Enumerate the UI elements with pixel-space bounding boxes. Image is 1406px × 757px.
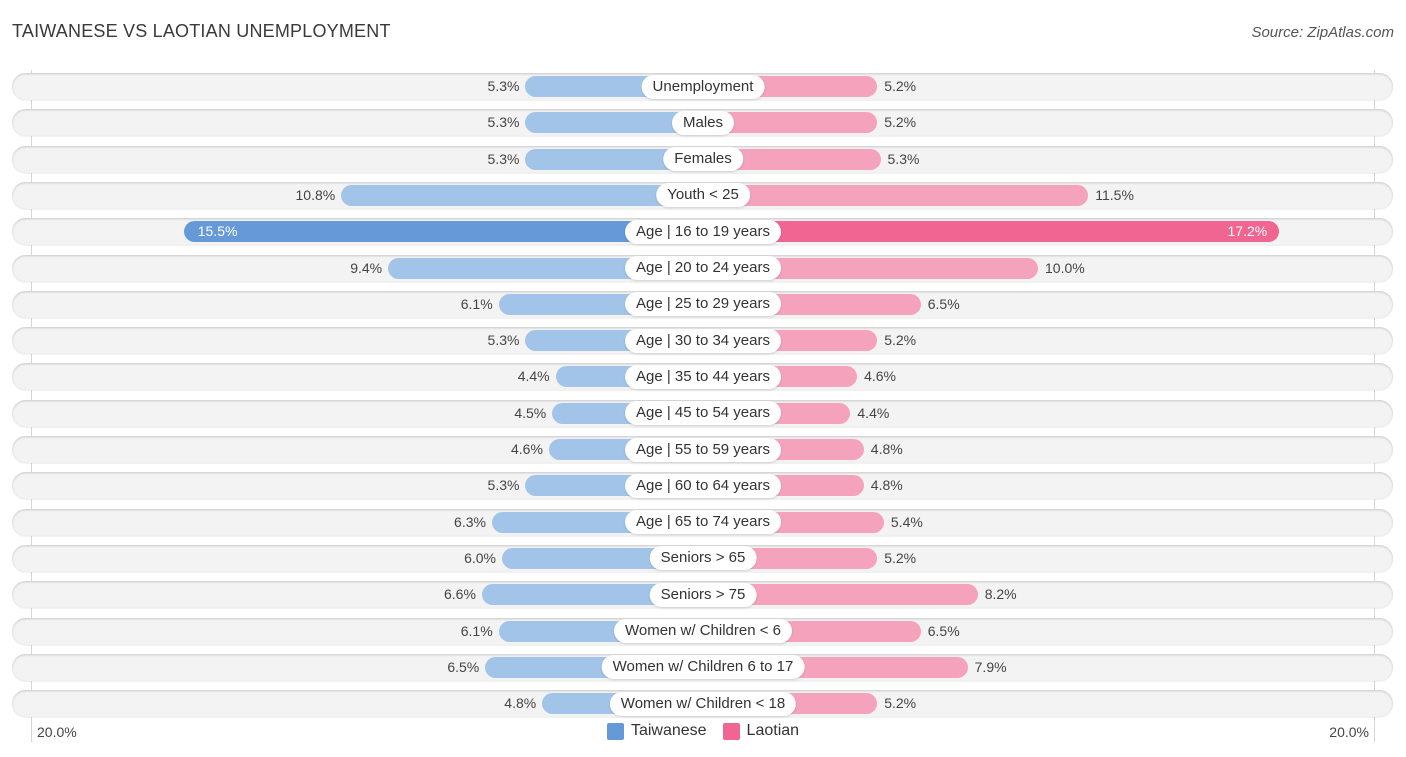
category-label: Women w/ Children < 6	[613, 619, 793, 643]
category-label: Age | 30 to 34 years	[625, 328, 781, 353]
value-label-taiwanese: 9.4%	[350, 259, 383, 276]
value-label-taiwanese: 6.3%	[454, 513, 486, 530]
value-label-taiwanese: 6.5%	[447, 658, 480, 675]
legend-item-laotian[interactable]: Laotian	[722, 722, 800, 740]
bar-laotian[interactable]	[703, 184, 1089, 206]
category-label: Women w/ Children 6 to 17	[601, 655, 805, 680]
value-label-taiwanese: 4.4%	[517, 368, 550, 385]
category-label: Seniors > 75	[649, 582, 757, 607]
category-label: Age | 65 to 74 years	[625, 510, 781, 535]
legend-item-taiwanese[interactable]: Taiwanese	[606, 722, 707, 740]
category-label: Unemployment	[641, 74, 765, 99]
value-label-taiwanese: 4.6%	[510, 441, 543, 457]
value-label-taiwanese: 10.8%	[295, 186, 336, 203]
value-label-laotian: 7.9%	[974, 658, 1007, 675]
legend-swatch-laotian	[722, 722, 740, 740]
value-label-laotian: 5.2%	[884, 114, 917, 131]
category-label: Age | 16 to 19 years	[625, 219, 781, 244]
category-label: Age | 20 to 24 years	[625, 256, 781, 280]
legend-label-taiwanese: Taiwanese	[630, 722, 707, 739]
category-label: Age | 55 to 59 years	[625, 437, 781, 462]
source-label: Source: ZipAtlas.com	[1251, 24, 1394, 41]
value-label-taiwanese: 5.3%	[487, 114, 520, 131]
category-label: Age | 35 to 44 years	[625, 364, 781, 389]
value-label-laotian: 8.2%	[984, 586, 1017, 603]
value-label-laotian: 5.3%	[887, 150, 920, 167]
legend-swatch-taiwanese	[606, 722, 624, 740]
legend: Taiwanese Laotian	[0, 722, 1406, 740]
value-label-taiwanese: 5.3%	[487, 150, 520, 167]
value-label-taiwanese: 5.3%	[487, 78, 520, 94]
value-label-laotian: 5.2%	[884, 549, 917, 566]
value-label-taiwanese: 4.8%	[504, 695, 537, 712]
value-label-laotian: 4.8%	[870, 441, 903, 457]
value-label-taiwanese: 6.1%	[460, 622, 493, 639]
category-label: Seniors > 65	[649, 546, 757, 571]
value-label-laotian: 5.2%	[884, 332, 917, 349]
legend-label-laotian: Laotian	[746, 722, 800, 739]
value-label-laotian: 17.2%	[1227, 223, 1268, 240]
chart-title: TAIWANESE VS LAOTIAN UNEMPLOYMENT	[12, 21, 391, 41]
category-label: Youth < 25	[656, 183, 750, 208]
value-label-laotian: 5.4%	[890, 513, 923, 530]
bar-laotian[interactable]	[703, 221, 1280, 243]
value-label-laotian: 6.5%	[927, 622, 960, 639]
value-label-taiwanese: 6.0%	[464, 549, 496, 566]
category-label: Women w/ Children < 18	[609, 691, 797, 716]
value-label-laotian: 4.8%	[870, 477, 903, 494]
value-label-laotian: 5.2%	[884, 695, 917, 712]
value-label-taiwanese: 15.5%	[197, 223, 238, 240]
value-label-laotian: 4.6%	[864, 368, 897, 385]
category-label: Age | 25 to 29 years	[625, 292, 781, 317]
value-label-laotian: 10.0%	[1045, 259, 1085, 276]
category-label: Age | 60 to 64 years	[625, 473, 781, 498]
value-label-taiwanese: 6.1%	[460, 295, 493, 312]
value-label-taiwanese: 6.6%	[443, 586, 476, 603]
category-label: Males	[671, 110, 735, 135]
bar-taiwanese[interactable]	[341, 184, 703, 206]
value-label-taiwanese: 5.3%	[487, 332, 520, 349]
category-label: Females	[663, 147, 743, 172]
value-label-laotian: 5.2%	[884, 78, 917, 94]
value-label-laotian: 6.5%	[927, 295, 960, 312]
value-label-laotian: 11.5%	[1095, 186, 1134, 203]
category-label: Age | 45 to 54 years	[625, 401, 781, 426]
value-label-laotian: 4.4%	[857, 404, 890, 421]
value-label-taiwanese: 4.5%	[514, 404, 547, 421]
value-label-taiwanese: 5.3%	[487, 477, 520, 494]
